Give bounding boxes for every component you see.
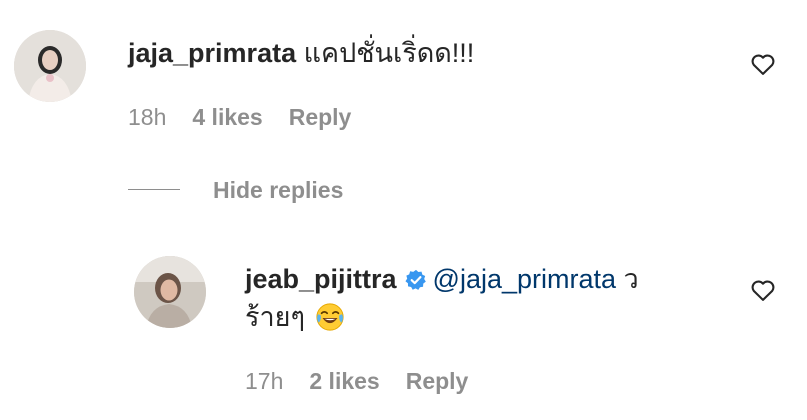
comment-avatar[interactable] xyxy=(14,30,86,102)
user-avatar-icon xyxy=(134,256,206,328)
comment-text: แคปชั่นเริ่ดด!!! xyxy=(303,38,475,68)
reply-reply-button[interactable]: Reply xyxy=(406,367,469,395)
replies-divider xyxy=(128,189,180,190)
comment-text-line: jaja_primrata แคปชั่นเริ่ดด!!! xyxy=(128,36,474,70)
comment-time[interactable]: 18h xyxy=(128,103,166,131)
user-avatar-icon xyxy=(14,30,86,102)
reply-text-2: ร้ายๆ xyxy=(245,302,305,332)
hide-replies-button[interactable]: Hide replies xyxy=(213,176,343,204)
face-with-tears-of-joy-emoji xyxy=(316,303,344,331)
reply-likes[interactable]: 2 likes xyxy=(309,367,379,395)
heart-outline-icon[interactable] xyxy=(749,50,777,78)
reply-avatar[interactable] xyxy=(134,256,206,328)
reply-time[interactable]: 17h xyxy=(245,367,283,395)
verified-badge-icon xyxy=(405,269,426,290)
reply-text-1: ว xyxy=(623,264,639,294)
comment-meta: 18h 4 likes Reply xyxy=(128,103,351,131)
reply-text-line-2: ร้ายๆ xyxy=(245,300,345,334)
comment-username[interactable]: jaja_primrata xyxy=(128,38,296,68)
comment-reply-button[interactable]: Reply xyxy=(289,103,352,131)
comment-likes[interactable]: 4 likes xyxy=(192,103,262,131)
reply-text-line-1: jeab_pijittra @jaja_primrata ว xyxy=(245,262,639,296)
heart-outline-icon[interactable] xyxy=(749,276,777,304)
reply-username[interactable]: jeab_pijittra xyxy=(245,264,397,294)
reply-meta: 17h 2 likes Reply xyxy=(245,367,468,395)
reply-mention[interactable]: @jaja_primrata xyxy=(433,264,616,294)
